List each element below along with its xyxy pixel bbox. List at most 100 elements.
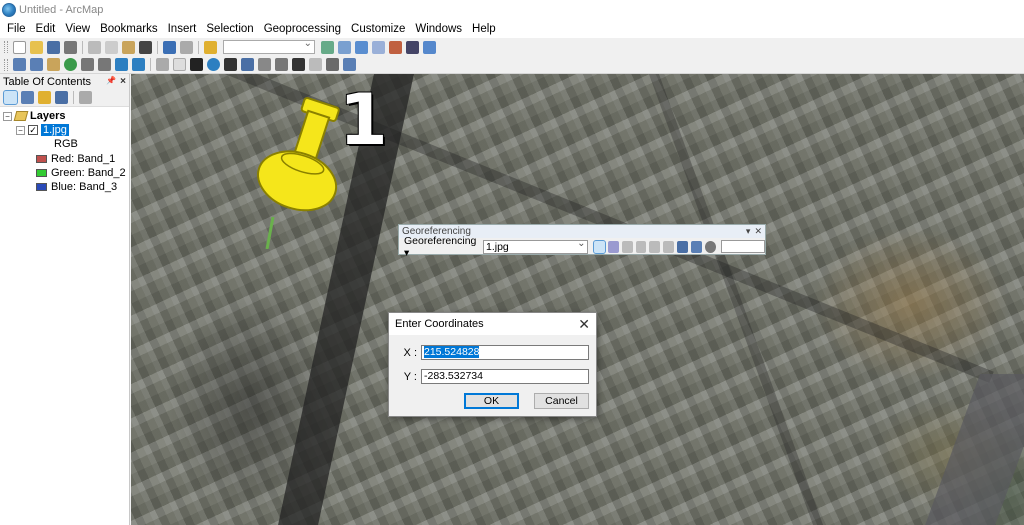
full-extent-globe-icon[interactable] (64, 58, 77, 71)
python-window-icon[interactable] (406, 40, 419, 54)
toolbar-grip[interactable] (4, 41, 8, 53)
list-by-drawing-order-icon[interactable] (3, 90, 18, 105)
add-control-points-icon[interactable] (592, 239, 606, 254)
band-label: Blue: (51, 181, 77, 193)
measure-icon[interactable] (275, 58, 288, 71)
undo-icon[interactable] (163, 40, 176, 54)
save-icon[interactable] (47, 40, 60, 54)
menu-edit[interactable]: Edit (31, 23, 61, 35)
layers-icon (13, 111, 29, 121)
select-elements-arrow-icon[interactable] (190, 58, 203, 71)
redo-icon[interactable] (180, 40, 193, 54)
band-row-red[interactable]: Red: Band_1 (36, 153, 115, 165)
back-arrow-icon[interactable] (115, 58, 128, 71)
close-icon[interactable]: × (120, 76, 126, 87)
map-display[interactable]: 1 (131, 74, 1024, 525)
toc-options-icon[interactable] (79, 91, 92, 104)
close-icon[interactable]: ✕ (754, 226, 762, 237)
georeferencing-toolbar-body: Georeferencing ▾ 1.jpg (399, 235, 766, 259)
open-folder-icon[interactable] (30, 40, 43, 54)
zoom-out-icon[interactable] (30, 58, 43, 71)
time-slider-icon[interactable] (326, 58, 339, 71)
editor-toolbar-icon[interactable] (321, 40, 334, 54)
find-binoculars-icon[interactable] (224, 58, 237, 71)
x-coordinate-row: X : 215.524828 (389, 345, 589, 360)
clear-selection-icon[interactable] (173, 58, 186, 71)
menu-customize[interactable]: Customize (346, 23, 410, 35)
copy-icon[interactable] (105, 40, 118, 54)
model-builder-icon[interactable] (423, 40, 436, 54)
green-swatch[interactable] (36, 169, 47, 177)
cancel-button[interactable]: Cancel (534, 393, 589, 409)
arctoolbox-icon[interactable] (389, 40, 402, 54)
shift-icon[interactable] (635, 240, 647, 253)
x-label: X : (403, 346, 417, 359)
layer-visibility-checkbox[interactable]: ✓ (28, 125, 38, 135)
window-title: Untitled - ArcMap (19, 3, 104, 16)
menu-bookmarks[interactable]: Bookmarks (95, 23, 163, 35)
x-coordinate-input[interactable]: 215.524828 (421, 345, 589, 360)
dialog-title-bar[interactable]: Enter Coordinates ✕ (389, 313, 596, 335)
list-by-selection-icon[interactable] (55, 91, 68, 104)
rotate-icon[interactable] (621, 240, 633, 253)
red-swatch[interactable] (36, 155, 47, 163)
identify-icon[interactable] (207, 58, 220, 71)
menu-help[interactable]: Help (467, 23, 501, 35)
georeference-layer-combo[interactable]: 1.jpg (483, 238, 589, 254)
pin-icon[interactable]: 📌 (106, 76, 116, 87)
fixed-zoom-out-icon[interactable] (98, 58, 111, 71)
paste-icon[interactable] (122, 40, 135, 54)
delete-icon[interactable] (139, 40, 152, 54)
y-coordinate-input[interactable]: -283.532734 (421, 369, 589, 384)
select-features-icon[interactable] (156, 58, 169, 71)
toolbar-grip[interactable] (4, 58, 8, 71)
auto-register-icon[interactable] (607, 240, 619, 253)
table-of-contents-icon[interactable] (338, 40, 351, 54)
layer-row-1jpg[interactable]: − ✓ 1.jpg (16, 124, 69, 136)
scale-icon[interactable] (649, 240, 661, 253)
menu-selection[interactable]: Selection (201, 23, 258, 35)
search-window-icon[interactable] (372, 40, 385, 54)
print-icon[interactable] (64, 40, 77, 54)
view-link-table-icon[interactable] (677, 240, 689, 253)
toc-title: Table Of Contents (3, 75, 92, 88)
georeferencing-menu-button[interactable]: Georeferencing ▾ (401, 235, 480, 259)
map-scale-combo[interactable] (223, 38, 315, 54)
cut-icon[interactable] (88, 40, 101, 54)
rotation-angle-input[interactable] (721, 240, 766, 253)
view-link-table-2-icon[interactable] (691, 240, 702, 253)
dialog-title: Enter Coordinates (395, 318, 484, 330)
collapse-icon[interactable]: − (16, 125, 25, 135)
viewer-icon[interactable] (663, 240, 675, 253)
band-row-blue[interactable]: Blue: Band_3 (36, 181, 117, 193)
pan-hand-icon[interactable] (47, 58, 60, 71)
list-by-visibility-icon[interactable] (38, 91, 51, 104)
hyperlink-icon[interactable] (292, 58, 305, 71)
zoom-in-icon[interactable] (13, 58, 26, 71)
menu-file[interactable]: File (2, 23, 31, 35)
collapse-icon[interactable]: − (3, 111, 12, 121)
list-by-source-icon[interactable] (21, 91, 34, 104)
new-document-icon[interactable] (13, 40, 26, 54)
push-pin-icon (257, 97, 340, 249)
close-icon[interactable]: ✕ (578, 317, 590, 331)
find-route-icon[interactable] (241, 58, 254, 71)
forward-arrow-icon[interactable] (132, 58, 145, 71)
catalog-window-icon[interactable] (355, 40, 368, 54)
layers-group-row[interactable]: − Layers (3, 110, 65, 122)
layer-name[interactable]: 1.jpg (41, 124, 69, 136)
menu-view[interactable]: View (60, 23, 95, 35)
html-popup-icon[interactable] (309, 58, 322, 71)
fixed-zoom-in-icon[interactable] (81, 58, 94, 71)
menu-insert[interactable]: Insert (163, 23, 202, 35)
add-data-icon[interactable] (204, 40, 217, 54)
create-viewer-window-icon[interactable] (343, 58, 356, 71)
ok-button[interactable]: OK (464, 393, 519, 409)
rotate-dropdown-icon[interactable] (704, 240, 716, 253)
menu-geoprocessing[interactable]: Geoprocessing (259, 23, 346, 35)
blue-swatch[interactable] (36, 183, 47, 191)
go-to-xy-icon[interactable] (258, 58, 271, 71)
band-row-green[interactable]: Green: Band_2 (36, 167, 126, 179)
menu-windows[interactable]: Windows (410, 23, 467, 35)
toolbar-options-icon[interactable]: ▾ (746, 226, 751, 237)
